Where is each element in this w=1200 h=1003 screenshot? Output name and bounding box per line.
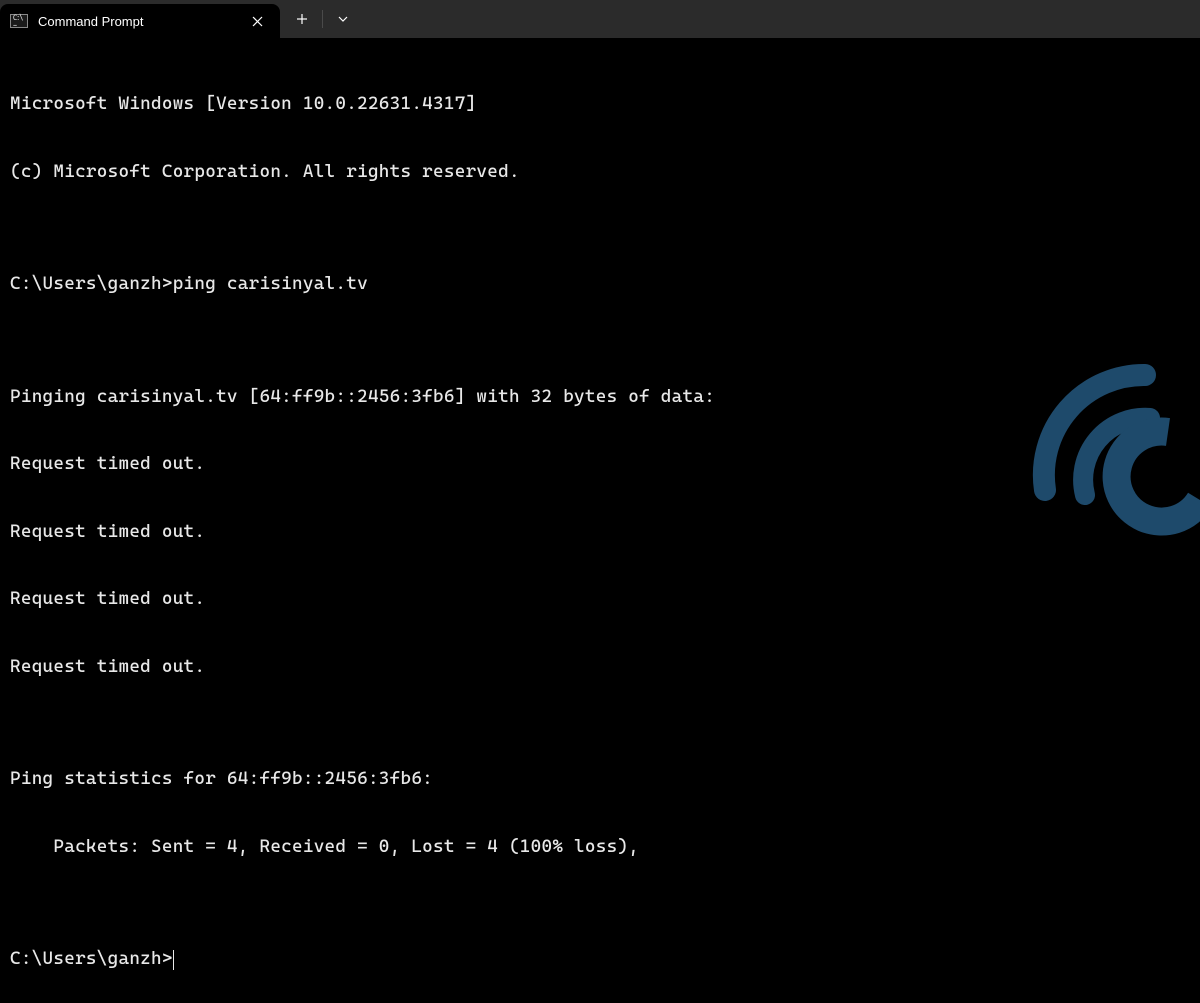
titlebar-actions [284, 0, 361, 38]
cursor [173, 950, 175, 970]
output-line: Request timed out. [10, 453, 1190, 476]
tab-title: Command Prompt [38, 14, 236, 29]
terminal-output[interactable]: Microsoft Windows [Version 10.0.22631.43… [0, 38, 1200, 1003]
close-icon [252, 16, 263, 27]
tab-dropdown-button[interactable] [325, 2, 361, 36]
output-line: Ping statistics for 64:ff9b::2456:3fb6: [10, 768, 1190, 791]
output-line: C:\Users\ganzh>ping carisinyal.tv [10, 273, 1190, 296]
output-line: Request timed out. [10, 588, 1190, 611]
new-tab-button[interactable] [284, 2, 320, 36]
output-line: Request timed out. [10, 656, 1190, 679]
close-tab-button[interactable] [246, 10, 268, 32]
prompt-text: C:\Users\ganzh> [10, 948, 173, 969]
output-line: Microsoft Windows [Version 10.0.22631.43… [10, 93, 1190, 116]
divider [322, 10, 323, 28]
titlebar: C:\_ Command Prompt [0, 0, 1200, 38]
output-line: Packets: Sent = 4, Received = 0, Lost = … [10, 836, 1190, 859]
tab-command-prompt[interactable]: C:\_ Command Prompt [0, 4, 280, 38]
output-line: Request timed out. [10, 521, 1190, 544]
plus-icon [296, 13, 308, 25]
output-line: (c) Microsoft Corporation. All rights re… [10, 161, 1190, 184]
cmd-icon: C:\_ [10, 14, 28, 28]
output-line: Pinging carisinyal.tv [64:ff9b::2456:3fb… [10, 386, 1190, 409]
chevron-down-icon [337, 15, 349, 23]
prompt-line: C:\Users\ganzh> [10, 948, 1190, 971]
